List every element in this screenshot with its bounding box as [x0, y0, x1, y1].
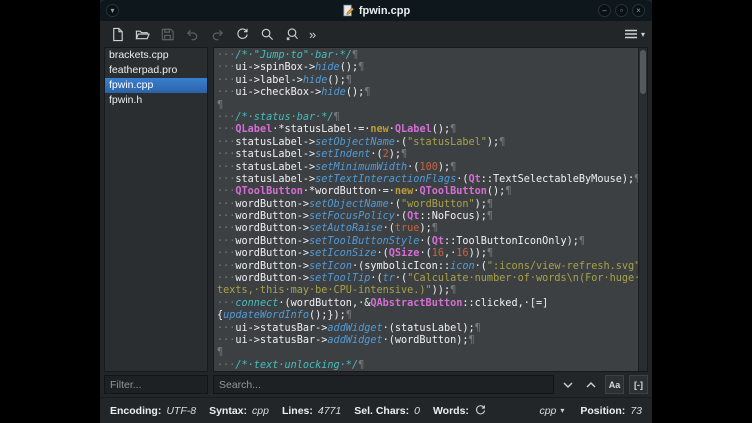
search-and-replace-button[interactable]	[282, 24, 303, 45]
words-label: Words:	[433, 405, 469, 417]
chevron-up-icon	[585, 379, 597, 391]
code-line: ···statusLabel->setTextInteractionFlags·…	[217, 174, 638, 186]
app-icon	[342, 4, 355, 17]
lines-label: Lines:	[282, 405, 313, 417]
minimize-button[interactable]: –	[598, 4, 611, 17]
new-file-icon	[110, 27, 125, 42]
syntax-value: cpp	[252, 405, 269, 417]
toolbar: » ▾	[100, 21, 652, 47]
code-line: ···ui->label->hide();¶	[217, 75, 638, 87]
menu-button[interactable]: ▾	[623, 27, 645, 41]
encoding-label: Encoding:	[110, 405, 161, 417]
search-input[interactable]	[213, 375, 554, 394]
code-line: ···QToolButton·*wordButton·=·new·QToolBu…	[217, 186, 638, 198]
sidebar-item-brackets.cpp[interactable]: brackets.cpp	[105, 48, 207, 63]
sidebar-item-fpwin.cpp[interactable]: fpwin.cpp	[105, 78, 207, 93]
code-line: ···wordButton->setObjectName·("wordButto…	[217, 199, 638, 211]
code-line: ···statusLabel->setIndent·(2);¶	[217, 149, 638, 161]
save-button[interactable]	[157, 24, 178, 45]
code-line: ···ui->statusBar->addWidget·(wordButton)…	[217, 335, 638, 347]
position-value: 73	[630, 405, 642, 417]
editor-pane: ···/*·"Jump·to"·bar·*/¶···ui->spinBox->h…	[213, 47, 648, 372]
find-previous-button[interactable]	[582, 376, 600, 394]
code-line: ···/*·text·unlocking·*/¶	[217, 360, 638, 371]
sel-chars-label: Sel. Chars:	[354, 405, 409, 417]
code-area[interactable]: ···/*·"Jump·to"·bar·*/¶···ui->spinBox->h…	[214, 48, 638, 371]
match-case-icon: Aa	[609, 380, 621, 390]
code-line: {updateWordInfo();});¶	[217, 310, 638, 322]
window-title-area: fpwin.cpp	[342, 4, 410, 17]
chevron-down-icon	[562, 379, 574, 391]
match-case-button[interactable]: Aa	[605, 375, 624, 394]
code-line: ···wordButton->setIcon·(symbolicIcon::ic…	[217, 261, 638, 273]
sidebar-item-fpwin.h[interactable]: fpwin.h	[105, 93, 207, 108]
whole-word-icon: [-]	[634, 380, 643, 390]
undo-icon	[185, 27, 200, 42]
menu-caret-icon: ▾	[641, 30, 645, 39]
syntax-selector-button[interactable]: cpp ▾	[539, 405, 564, 417]
code-line: ···/*·"Jump·to"·bar·*/¶	[217, 50, 638, 62]
encoding-value: UTF-8	[166, 405, 196, 417]
code-line: ···QLabel·*statusLabel·=·new·QLabel();¶	[217, 124, 638, 136]
editor-scrollbar[interactable]	[638, 48, 647, 371]
code-line: ···wordButton->setAutoRaise·(true);¶	[217, 223, 638, 235]
code-line: ···wordButton->setToolButtonStyle·(Qt::T…	[217, 236, 638, 248]
toolbar-overflow-button[interactable]: »	[307, 27, 318, 42]
code-line: ···ui->spinBox->hide();¶	[217, 62, 638, 74]
find-next-button[interactable]	[559, 376, 577, 394]
filter-input[interactable]	[104, 375, 208, 394]
position-label: Position:	[580, 405, 625, 417]
reload-icon	[235, 27, 250, 42]
undo-button[interactable]	[182, 24, 203, 45]
syntax-label: Syntax:	[209, 405, 247, 417]
window-menu-button[interactable]: ▾	[106, 4, 119, 17]
code-line: ···ui->statusBar->addWidget·(statusLabel…	[217, 323, 638, 335]
code-line: ¶	[217, 100, 638, 112]
reload-button[interactable]	[232, 24, 253, 45]
open-file-button[interactable]	[132, 24, 153, 45]
code-line: ···connect·(wordButton,·&QAbstractButton…	[217, 298, 638, 310]
code-line: ···/*·status·bar·*/¶	[217, 112, 638, 124]
refresh-icon	[474, 404, 487, 417]
sidebar-item-featherpad.pro[interactable]: featherpad.pro	[105, 63, 207, 78]
titlebar[interactable]: ▾ fpwin.cpp – ▫ ×	[100, 0, 652, 21]
search-and-replace-icon	[285, 27, 300, 42]
code-line: texts,·this·may·be·CPU-intensive.)"));¶	[217, 285, 638, 297]
redo-button[interactable]	[207, 24, 228, 45]
code-line: ···wordButton->setToolTip·(tr·("Calculat…	[217, 273, 638, 285]
statusbar: Encoding: UTF-8 Syntax: cpp Lines: 4771 …	[100, 397, 652, 423]
open-folder-icon	[135, 27, 150, 42]
redo-icon	[210, 27, 225, 42]
lines-value: 4771	[318, 405, 341, 417]
code-line: ···wordButton->setIconSize·(QSize·(16,·1…	[217, 248, 638, 260]
code-line: ···statusLabel->setMinimumWidth·(100);¶	[217, 162, 638, 174]
maximize-button[interactable]: ▫	[615, 4, 628, 17]
close-button[interactable]: ×	[632, 4, 645, 17]
whole-word-button[interactable]: [-]	[629, 375, 648, 394]
save-icon	[160, 27, 175, 42]
sel-chars-value: 0	[414, 405, 420, 417]
window-title: fpwin.cpp	[359, 5, 410, 17]
featherpad-window: ▾ fpwin.cpp – ▫ ×	[100, 0, 652, 423]
syntax-selector-value: cpp	[539, 405, 556, 417]
search-button[interactable]	[257, 24, 278, 45]
new-file-button[interactable]	[107, 24, 128, 45]
file-list[interactable]: brackets.cppfeatherpad.profpwin.cppfpwin…	[104, 47, 208, 372]
syntax-selector-caret-icon: ▾	[560, 406, 564, 415]
search-row: Aa [-]	[100, 372, 652, 397]
search-icon	[260, 27, 275, 42]
desktop-background: ▾ fpwin.cpp – ▫ ×	[0, 0, 752, 423]
code-line: ···wordButton->setFocusPolicy·(Qt::NoFoc…	[217, 211, 638, 223]
main-area: brackets.cppfeatherpad.profpwin.cppfpwin…	[100, 47, 652, 372]
word-count-refresh-button[interactable]	[474, 404, 487, 417]
code-line: ···statusLabel->setObjectName·("statusLa…	[217, 137, 638, 149]
code-line: ¶	[217, 347, 638, 359]
editor-scrollbar-handle[interactable]	[640, 50, 646, 94]
code-line: ···ui->checkBox->hide();¶	[217, 87, 638, 99]
hamburger-menu-icon	[623, 27, 639, 41]
